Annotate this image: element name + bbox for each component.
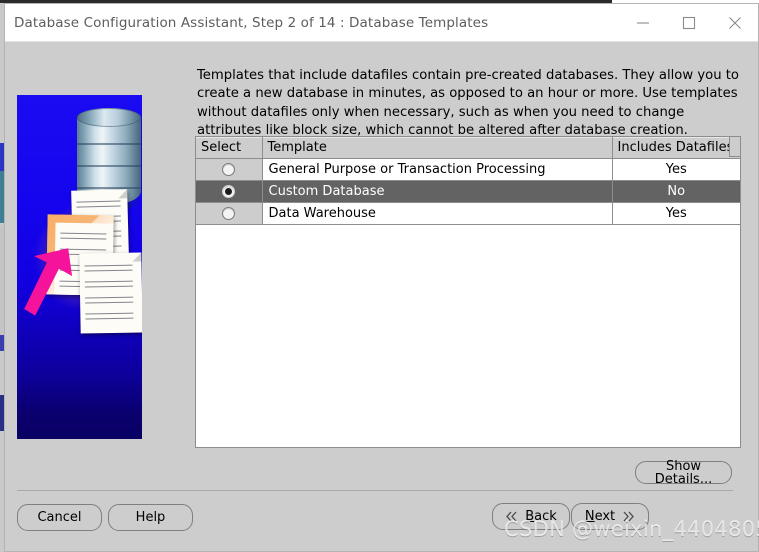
help-button[interactable]: Help (108, 504, 193, 531)
radio-button-custom-database[interactable] (222, 185, 236, 198)
cancel-label: Cancel (37, 510, 82, 525)
radio-button-general-purpose[interactable] (222, 163, 236, 176)
row-includes-datafiles: Yes (612, 158, 740, 181)
page-description: Templates that include datafiles contain… (197, 68, 740, 139)
next-button[interactable]: Next (571, 503, 649, 530)
window-title: Database Configuration Assistant, Step 2… (14, 15, 489, 31)
row-includes-datafiles: Yes (612, 202, 740, 225)
button-bar-separator (17, 490, 733, 491)
next-label: Next (584, 509, 616, 524)
table-row[interactable]: Custom Database No (196, 180, 740, 203)
templates-table[interactable]: Select Template Includes Datafiles Gener… (195, 136, 741, 448)
close-icon (729, 16, 741, 29)
screenshot-root: Database Configuration Assistant, Step 2… (0, 0, 759, 552)
double-chevron-left-icon (506, 511, 517, 522)
show-details-button[interactable]: Show Details... (635, 458, 732, 487)
column-header-template[interactable]: Template (262, 137, 613, 159)
dialog-window: Database Configuration Assistant, Step 2… (4, 3, 759, 552)
show-details-label: Show Details... (654, 458, 713, 487)
cancel-button[interactable]: Cancel (17, 504, 102, 531)
radio-button-data-warehouse[interactable] (222, 207, 236, 220)
table-header-row: Select Template Includes Datafiles (196, 137, 740, 159)
minimize-icon (637, 21, 649, 24)
minimize-button[interactable] (620, 4, 666, 41)
row-includes-datafiles: No (612, 180, 740, 203)
help-label: Help (135, 510, 166, 525)
row-template-name: Custom Database (262, 180, 613, 203)
table-header-corner (729, 137, 740, 157)
close-button[interactable] (712, 4, 758, 41)
row-template-name: Data Warehouse (262, 202, 613, 225)
maximize-icon (682, 16, 696, 29)
row-select-cell[interactable] (196, 158, 263, 181)
row-select-cell[interactable] (196, 202, 263, 225)
back-label: Back (525, 509, 557, 524)
pink-arrow-icon (24, 248, 73, 316)
dialog-client-area: Templates that include datafiles contain… (5, 42, 758, 551)
banner-illustration (17, 95, 142, 439)
document-sheet-front-icon (79, 252, 142, 334)
column-header-includes-datafiles[interactable]: Includes Datafiles (612, 137, 740, 159)
maximize-button[interactable] (666, 4, 712, 41)
table-row[interactable]: Data Warehouse Yes (196, 202, 740, 225)
double-chevron-right-icon (623, 511, 635, 522)
row-select-cell[interactable] (196, 180, 263, 203)
title-bar: Database Configuration Assistant, Step 2… (5, 4, 758, 42)
back-button[interactable]: Back (492, 503, 570, 530)
column-header-select[interactable]: Select (196, 137, 263, 159)
table-row[interactable]: General Purpose or Transaction Processin… (196, 158, 740, 181)
row-template-name: General Purpose or Transaction Processin… (262, 158, 613, 181)
